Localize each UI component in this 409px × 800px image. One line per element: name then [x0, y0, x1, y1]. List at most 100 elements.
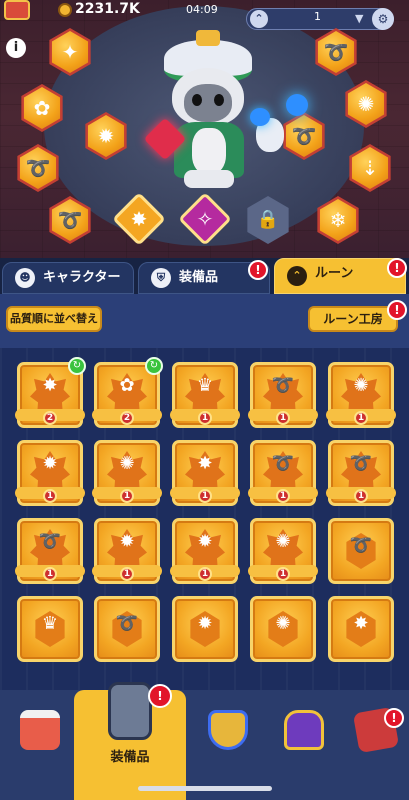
rune-slot-right-1[interactable]: ➰	[312, 28, 360, 76]
rune-icon: ➰	[25, 156, 51, 180]
rune-icon: ✹	[97, 124, 115, 148]
nav-shop[interactable]	[4, 690, 74, 800]
rune-slot-right-4[interactable]: ⇣	[346, 144, 394, 192]
rune-card[interactable]: ➰	[94, 596, 160, 662]
rune-icon: ✺	[119, 453, 135, 474]
notification-badge: !	[387, 300, 407, 320]
rune-inventory-grid: ✸ 2 ↻ ✿ 2 ↻ ♛ 1 ➰ 1 ✺ 1 ✹ 1 ✺ 1 ✸ 1 ➰ 1 ➰ 1 ➰ 1 ✹ 1 ✹ 1 ✺ 1 ➰ ♛ ➰ ✹ ✺ ✸	[0, 348, 409, 690]
rune-card[interactable]: ➰ 1	[248, 362, 318, 428]
rune-slot-left-4[interactable]: ➰	[14, 144, 62, 192]
trophy-icon	[284, 710, 324, 750]
rune-card[interactable]: ✺ 1	[92, 440, 162, 506]
rune-card[interactable]: ✹ 1	[170, 518, 240, 584]
rune-level-pip: 2	[43, 411, 57, 425]
blue-spirit	[286, 94, 308, 116]
upgrade-available-icon: ↻	[145, 357, 163, 375]
rune-card[interactable]: ✹	[172, 596, 238, 662]
rune-level-pip: 2	[120, 411, 134, 425]
armor-icon: ⛨	[151, 268, 171, 288]
rune-level-pip: 1	[276, 567, 290, 581]
rune-card[interactable]: ✹ 1	[15, 440, 85, 506]
rune-icon: ⌃	[287, 266, 307, 286]
rune-card[interactable]: ✺ 1	[326, 362, 396, 428]
coins-value: 2231.7K	[75, 1, 140, 17]
lock-icon: 🔒	[256, 209, 280, 230]
notification-badge: !	[387, 258, 407, 278]
armor-icon	[108, 682, 152, 740]
rune-icon: ✺	[357, 92, 375, 116]
tab-label: 装備品	[179, 270, 219, 285]
tab-runes[interactable]: ⌃ ルーン	[274, 258, 406, 294]
bottom-nav: 装備品 ! !	[0, 682, 409, 800]
rune-card[interactable]: ✸ 2 ↻	[15, 357, 86, 428]
rune-card[interactable]: ✺	[250, 596, 316, 662]
rune-card[interactable]: ✸	[328, 596, 394, 662]
rune-slot-left-5[interactable]: ➰	[46, 196, 94, 244]
rune-slot-right-2[interactable]: ✺	[342, 80, 390, 128]
rune-level-pip: 1	[198, 489, 212, 503]
rune-icon: ✧	[196, 207, 214, 231]
rune-slot-left-2[interactable]: ✿	[18, 84, 66, 132]
rune-level-pip: 1	[43, 489, 57, 503]
rune-icon: ✺	[275, 613, 291, 634]
sort-by-quality-button[interactable]: 品質順に並べ替え	[6, 306, 102, 332]
rune-toolbar: 品質順に並べ替え ルーン工房 !	[0, 294, 409, 348]
locked-slot[interactable]: 🔒	[244, 196, 292, 244]
rune-level-pip: 1	[354, 489, 368, 503]
home-indicator	[138, 786, 272, 791]
avatar[interactable]	[4, 0, 30, 20]
rune-workshop-button[interactable]: ルーン工房	[308, 306, 398, 332]
shop-icon	[20, 710, 60, 750]
rune-level-pip: 1	[43, 567, 57, 581]
special-rune-slot-purple[interactable]: ✧	[178, 192, 232, 246]
rune-icon: ➰	[115, 613, 139, 634]
rune-level-pip: 1	[198, 567, 212, 581]
rune-icon: ✸	[197, 453, 213, 474]
rune-icon: ✸	[130, 207, 148, 231]
rune-card[interactable]: ➰ 1	[15, 518, 85, 584]
rune-slot-left-3[interactable]: ✹	[82, 112, 130, 160]
rune-icon: ✺	[353, 375, 369, 396]
rune-icon: ⇣	[361, 156, 379, 180]
tab-label: ルーン	[315, 266, 354, 281]
pet-companion	[250, 108, 290, 160]
rune-card[interactable]: ♛	[17, 596, 83, 662]
chevron-down-icon[interactable]: ▼	[355, 12, 363, 25]
rune-card[interactable]: ➰	[328, 518, 394, 584]
rune-card[interactable]: ✺ 1	[248, 518, 318, 584]
rune-card[interactable]: ✹ 1	[92, 518, 162, 584]
rune-icon: ♛	[41, 613, 59, 634]
rune-level-pip: 1	[276, 411, 290, 425]
nav-mail[interactable]	[340, 690, 409, 800]
rune-icon: ✹	[197, 531, 213, 552]
rune-icon: ➰	[38, 531, 62, 552]
rune-slot-left-1[interactable]: ✦	[46, 28, 94, 76]
nav-trophy[interactable]	[268, 690, 338, 800]
rune-level-pip: 1	[198, 411, 212, 425]
rune-slot-right-5[interactable]: ❄	[314, 196, 362, 244]
info-button[interactable]: i	[6, 38, 26, 58]
rune-icon: ✹	[119, 531, 135, 552]
rune-icon: ✹	[42, 453, 58, 474]
rune-icon: ➰	[271, 453, 295, 474]
character-showcase: 2231.7K 04:09 ⌃ 1 ▼ ⚙ i ✦ ✿ ✹ ➰ ➰ ➰ ✺ ➰ …	[0, 0, 409, 258]
tab-bar: ☻ キャラクター ⛨ 装備品 ! ⌃ ルーン !	[0, 258, 409, 294]
settings-icon[interactable]: ⚙	[372, 8, 394, 30]
rune-icon: ✦	[61, 40, 79, 64]
tab-character[interactable]: ☻ キャラクター	[2, 262, 134, 294]
special-rune-slot-gold[interactable]: ✸	[112, 192, 166, 246]
rune-card[interactable]: ✿ 2 ↻	[92, 357, 163, 428]
rune-icon: ➰	[349, 535, 373, 556]
nav-equipment[interactable]: 装備品	[74, 682, 186, 800]
rune-card[interactable]: ♛ 1	[170, 362, 240, 428]
upgrade-available-icon: ↻	[68, 357, 86, 375]
rune-card[interactable]: ✸ 1	[170, 440, 240, 506]
rune-icon: ➰	[323, 40, 349, 64]
rune-card[interactable]: ➰ 1	[326, 440, 396, 506]
rune-icon: ➰	[57, 208, 83, 232]
rune-icon: ✿	[33, 96, 51, 120]
rune-level-pip: 1	[120, 567, 134, 581]
rune-icon: ✸	[353, 613, 369, 634]
rune-card[interactable]: ➰ 1	[248, 440, 318, 506]
nav-battle[interactable]	[192, 690, 262, 800]
